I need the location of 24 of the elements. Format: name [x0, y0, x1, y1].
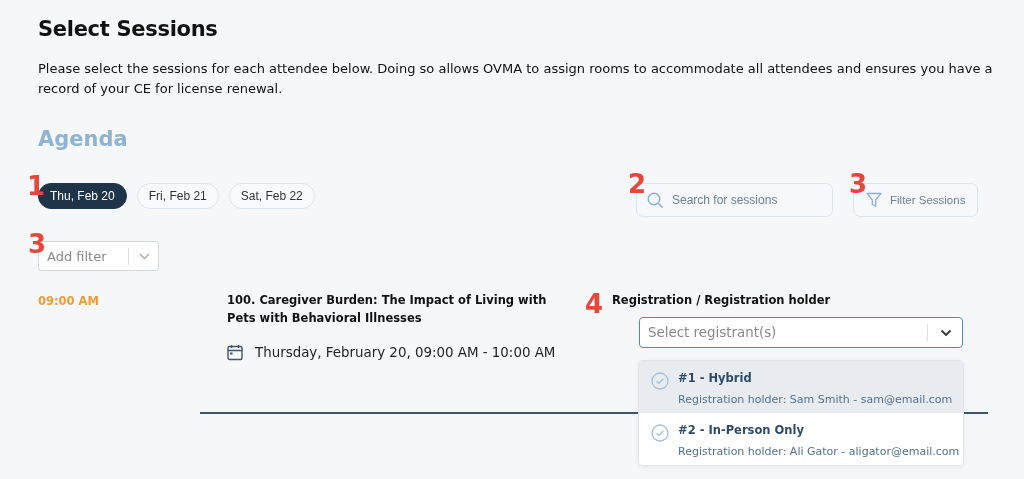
check-circle-icon	[651, 372, 669, 390]
annotation-number: 4	[585, 289, 604, 319]
registrant-option[interactable]: #1 - Hybrid Registration holder: Sam Smith - sam@email.com	[639, 361, 963, 413]
check-circle-icon	[651, 424, 669, 442]
option-detail: Registration holder: Sam Smith - sam@email.com	[678, 393, 953, 406]
registrant-option[interactable]: #2 - In-Person Only Registration holder: Ali Gator - aligator@email.com	[639, 413, 963, 465]
day-tab[interactable]: Sat, Feb 22	[228, 183, 315, 209]
search-icon	[647, 191, 664, 209]
page-title: Select Sessions	[38, 17, 219, 41]
intro-text: Please select the sessions for each attendee below. Doing so allows OVMA to assign rooms to accommodate all attendees and ensures you have a record of your CE for license renewal.	[38, 60, 994, 98]
session-title: 100. Caregiver Burden: The Impact of Living with Pets with Behavioral Illnesses	[227, 292, 548, 327]
option-title: #2 - In-Person Only	[678, 423, 805, 437]
calendar-icon	[227, 344, 243, 361]
funnel-icon	[866, 192, 882, 208]
section-title: Agenda	[38, 127, 129, 151]
chevron-down-icon	[139, 252, 150, 260]
session-schedule: Thursday, February 20, 09:00 AM - 10:00 AM	[255, 345, 556, 360]
session-time: 09:00 AM	[38, 293, 100, 310]
field-label: Registration / Registration holder	[612, 293, 832, 307]
chevron-down-icon	[940, 328, 952, 337]
option-title: #1 - Hybrid	[678, 371, 753, 385]
registrant-select[interactable]: Select registrant(s)	[639, 317, 963, 348]
option-detail: Registration holder: Ali Gator - aligator@email.com	[678, 445, 960, 458]
day-tab[interactable]: Fri, Feb 21	[136, 183, 219, 209]
